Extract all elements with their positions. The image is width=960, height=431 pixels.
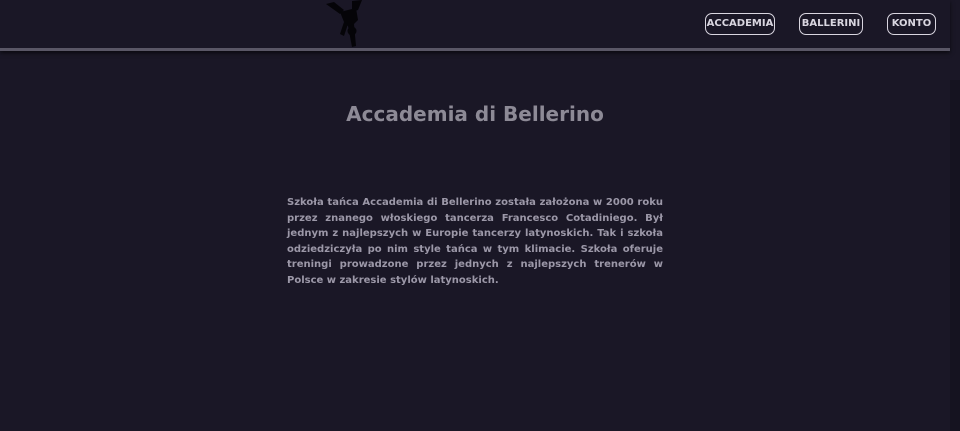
breakdancer-silhouette-icon[interactable] [322,0,374,48]
konto-button[interactable]: KONTO [887,13,936,35]
school-description: Szkoła tańca Accademia di Bellerino zost… [287,197,663,286]
ballerini-button[interactable]: BALLERINI [799,13,863,35]
navbar: ACCADEMIA BALLERINI KONTO [0,0,950,51]
scrollbar[interactable] [950,80,960,431]
page-title: Accademia di Bellerino [346,102,604,126]
accademia-button[interactable]: ACCADEMIA [705,13,775,35]
